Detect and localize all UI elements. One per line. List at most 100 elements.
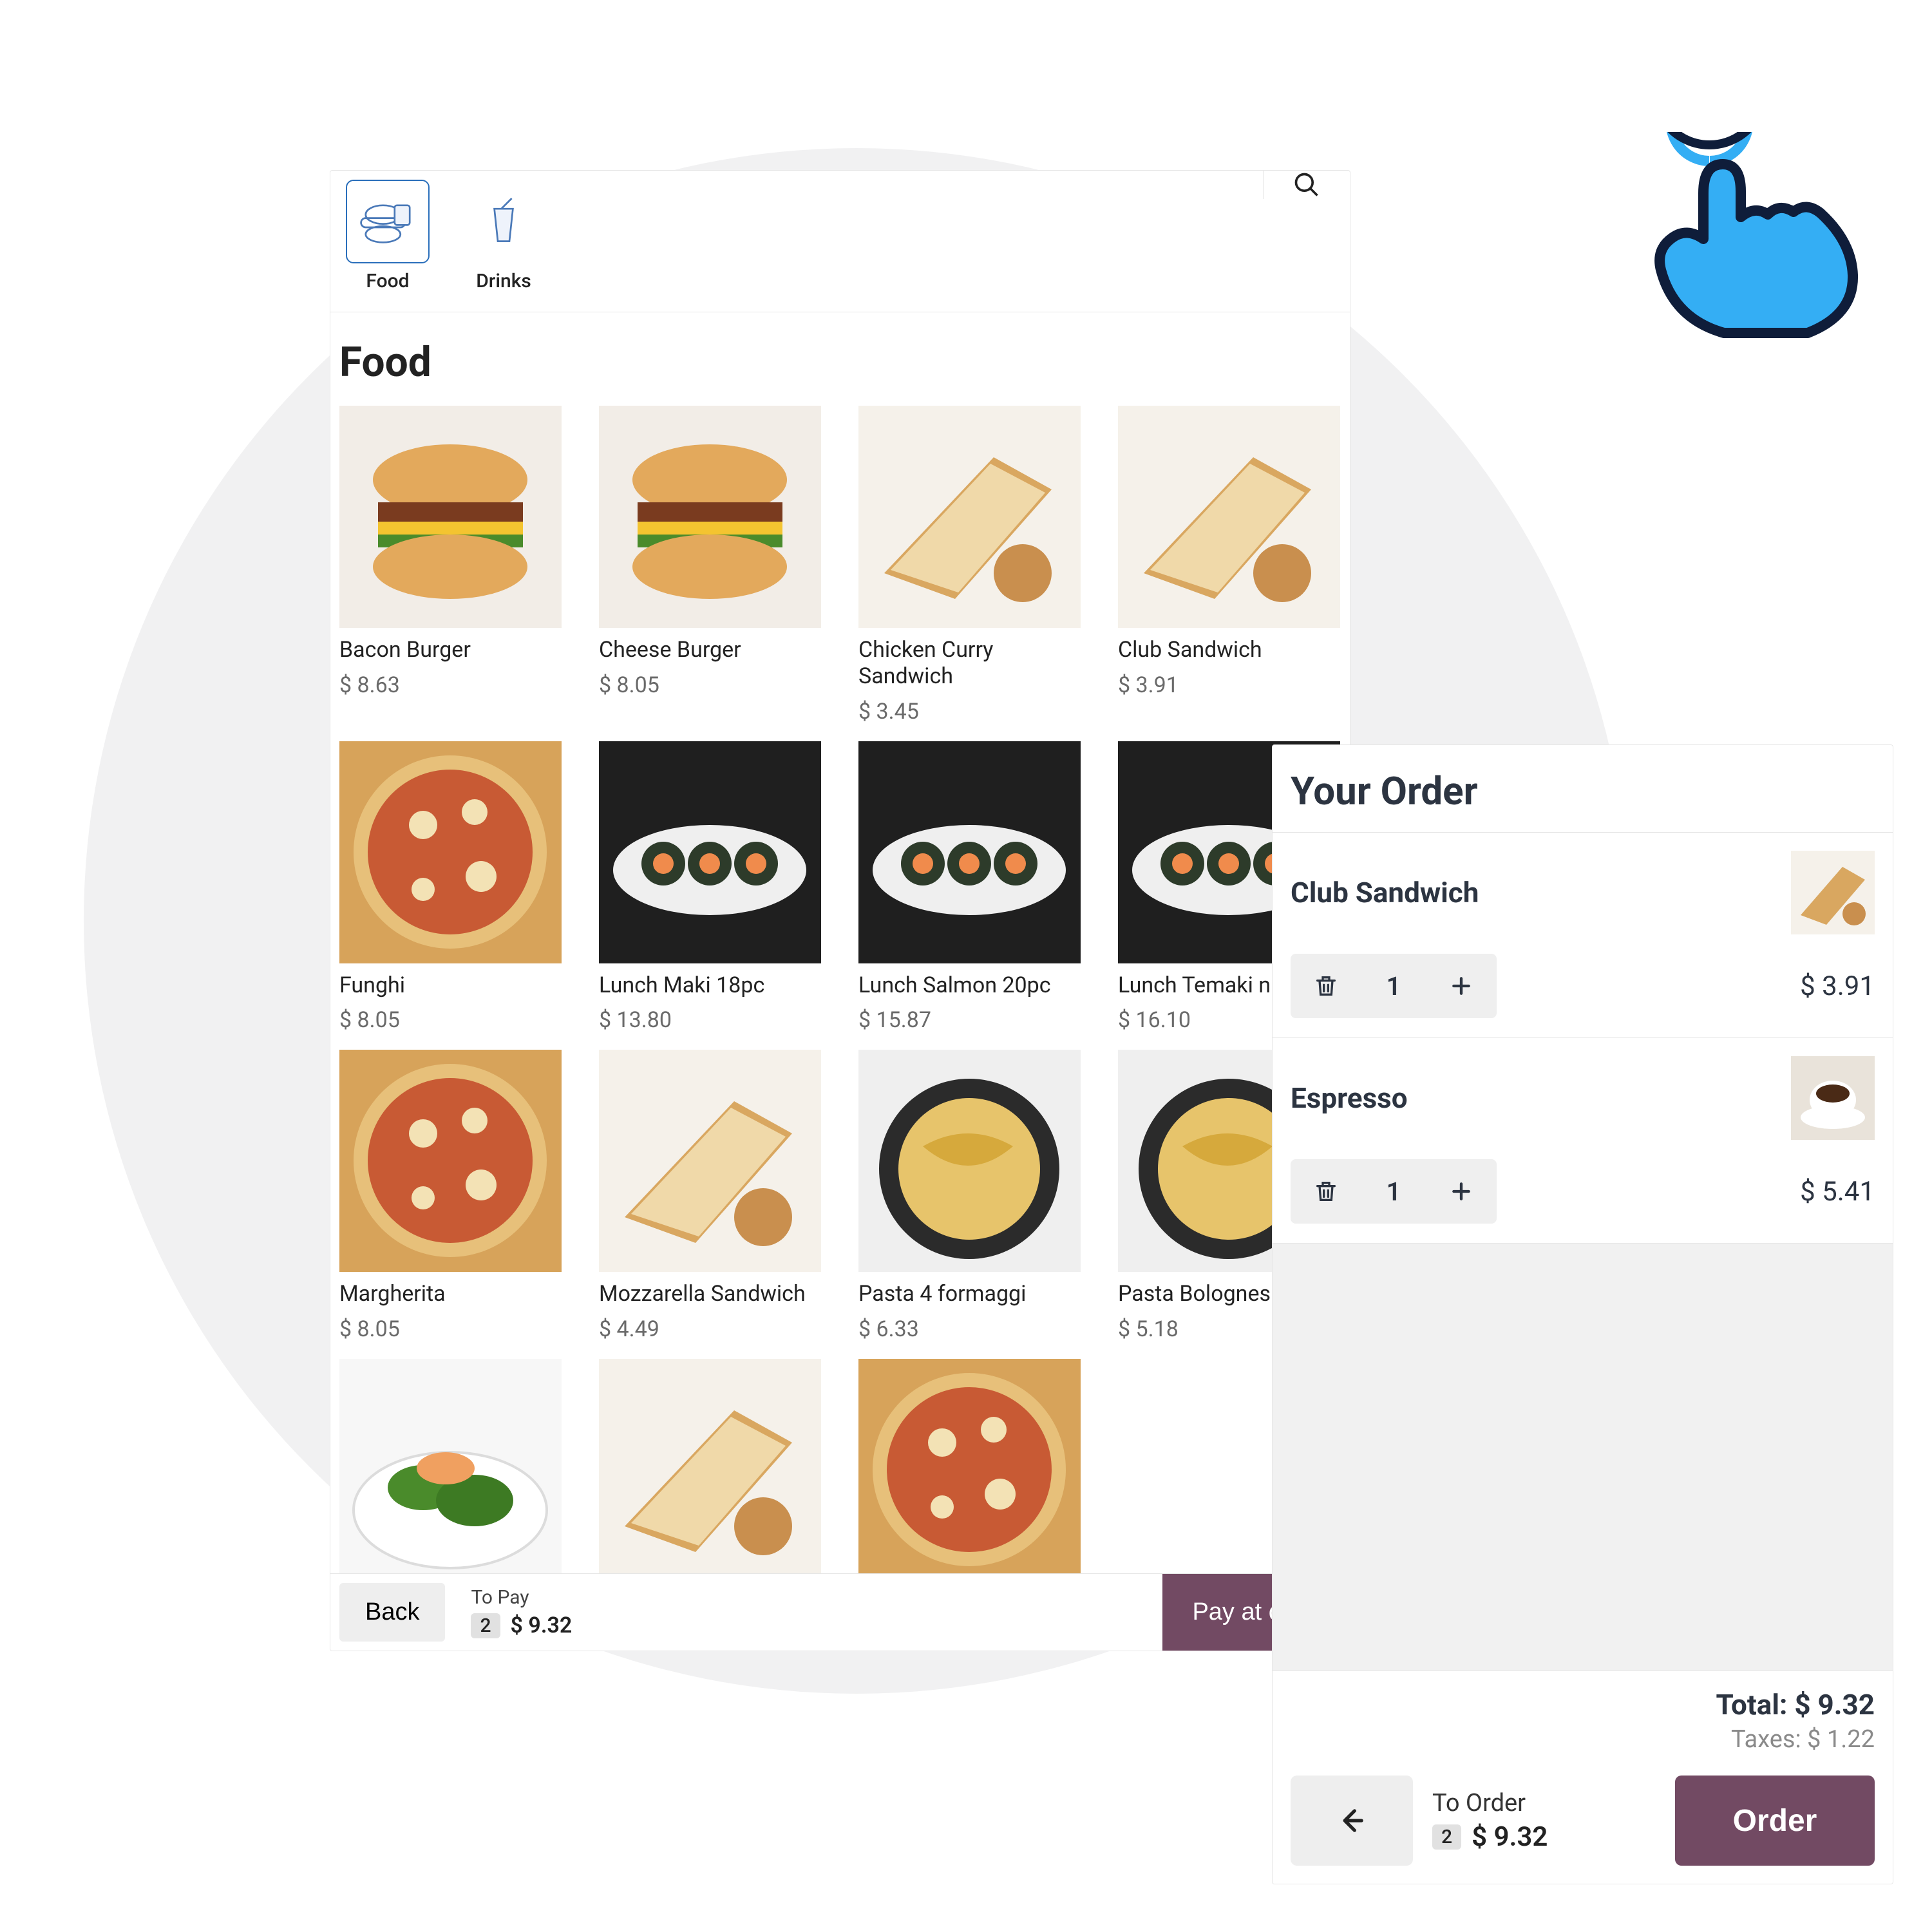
product-price: $ 8.05	[599, 672, 821, 698]
order-item-thumb	[1791, 851, 1875, 934]
product-card[interactable]	[339, 1359, 562, 1590]
product-thumb	[858, 741, 1081, 963]
taxes-label: Taxes:	[1731, 1725, 1801, 1754]
to-order-amount: $ 9.32	[1472, 1821, 1548, 1853]
order-footer: To Order 2 $ 9.32 Order	[1273, 1763, 1893, 1884]
order-title: Your Order	[1273, 745, 1893, 833]
remove-item-button[interactable]	[1291, 954, 1361, 1018]
product-name: Lunch Maki 18pc	[599, 972, 821, 999]
product-price: $ 13.80	[599, 1007, 821, 1033]
product-price: $ 6.33	[858, 1316, 1081, 1342]
product-thumb	[599, 1359, 821, 1581]
product-thumb	[858, 1050, 1081, 1272]
product-card[interactable]: Pasta 4 formaggi $ 6.33	[858, 1050, 1081, 1342]
total-value: $ 9.32	[1794, 1688, 1875, 1721]
product-name: Funghi	[339, 972, 562, 999]
product-card[interactable]: Mozzarella Sandwich $ 4.49	[599, 1050, 821, 1342]
product-name: Margherita	[339, 1281, 562, 1307]
order-back-button[interactable]	[1291, 1776, 1413, 1866]
order-item-price: $ 3.91	[1800, 971, 1875, 1002]
quantity-stepper: 1	[1291, 954, 1497, 1018]
product-price: $ 3.45	[858, 699, 1081, 724]
to-pay-block: To Pay 2 $ 9.32	[471, 1586, 572, 1638]
product-thumb	[599, 406, 821, 628]
product-thumb	[339, 1359, 562, 1581]
total-label: Total:	[1716, 1688, 1788, 1721]
product-price: $ 8.63	[339, 672, 562, 698]
product-thumb	[599, 741, 821, 963]
product-card[interactable]: Bacon Burger$ 8.63	[339, 406, 562, 724]
product-price: $ 8.05	[339, 1007, 562, 1033]
category-tabs: Food Drinks	[330, 171, 1350, 312]
remove-item-button[interactable]	[1291, 1159, 1361, 1224]
order-totals: Total: $ 9.32 Taxes: $ 1.22	[1273, 1671, 1893, 1763]
tab-drinks-label: Drinks	[455, 270, 552, 292]
product-card[interactable]: Cheese Burger $ 8.05	[599, 406, 821, 724]
taxes-value: $ 1.22	[1807, 1725, 1875, 1754]
to-pay-amount: $ 9.32	[511, 1613, 573, 1638]
product-name: Mozzarella Sandwich	[599, 1281, 821, 1307]
product-price: $ 15.87	[858, 1007, 1081, 1033]
product-card[interactable]	[599, 1359, 821, 1590]
product-card[interactable]: Margherita $ 8.05	[339, 1050, 562, 1342]
product-card[interactable]: Lunch Maki 18pc $ 13.80	[599, 741, 821, 1034]
tab-food[interactable]: Food	[339, 180, 436, 299]
product-thumb	[339, 741, 562, 963]
pos-panel: Food Drinks Fo	[330, 170, 1350, 1651]
tab-food-label: Food	[339, 270, 436, 292]
food-icon	[346, 180, 430, 263]
search-icon	[1293, 171, 1321, 199]
order-button[interactable]: Order	[1675, 1776, 1875, 1866]
order-panel: Your Order Club Sandwich 1 $ 3.91 Espresso 1…	[1272, 744, 1893, 1884]
product-price: $ 3.91	[1118, 672, 1340, 698]
touch-pointer-icon	[1610, 132, 1880, 338]
order-items: Club Sandwich 1 $ 3.91 Espresso 1 $ 5.41	[1273, 833, 1893, 1244]
order-item-thumb	[1791, 1056, 1875, 1140]
to-pay-label: To Pay	[471, 1586, 572, 1609]
plus-icon	[1448, 973, 1474, 999]
product-thumb	[599, 1050, 821, 1272]
order-item-name: Espresso	[1291, 1081, 1408, 1115]
product-grid: Bacon Burger$ 8.63 Cheese Burger $ 8.05 Chi…	[330, 406, 1350, 1590]
search-button[interactable]	[1263, 171, 1350, 199]
plus-icon	[1448, 1179, 1474, 1204]
pos-footer: Back To Pay 2 $ 9.32 Pay at cash	[330, 1573, 1350, 1651]
increment-button[interactable]	[1426, 954, 1497, 1018]
order-item: Club Sandwich 1 $ 3.91	[1273, 833, 1893, 1038]
back-button[interactable]: Back	[339, 1583, 445, 1642]
to-order-label: To Order	[1432, 1789, 1548, 1817]
order-item-qty: 1	[1361, 1177, 1426, 1207]
tab-drinks[interactable]: Drinks	[455, 180, 552, 299]
product-card[interactable]: Funghi $ 8.05	[339, 741, 562, 1034]
product-thumb	[339, 1050, 562, 1272]
increment-button[interactable]	[1426, 1159, 1497, 1224]
product-thumb	[858, 406, 1081, 628]
quantity-stepper: 1	[1291, 1159, 1497, 1224]
to-pay-count: 2	[471, 1613, 500, 1638]
product-price: $ 8.05	[339, 1316, 562, 1342]
order-item: Espresso 1 $ 5.41	[1273, 1038, 1893, 1244]
product-name: Chicken Curry Sandwich	[858, 637, 1081, 690]
to-order-block: To Order 2 $ 9.32	[1432, 1789, 1548, 1853]
product-name: Pasta 4 formaggi	[858, 1281, 1081, 1307]
order-item-qty: 1	[1361, 971, 1426, 1001]
product-thumb	[339, 406, 562, 628]
trash-icon	[1313, 1179, 1339, 1204]
product-price: $ 4.49	[599, 1316, 821, 1342]
order-item-price: $ 5.41	[1800, 1176, 1875, 1208]
section-title: Food	[330, 312, 1350, 406]
product-card[interactable]	[858, 1359, 1081, 1590]
product-name: Club Sandwich	[1118, 637, 1340, 663]
product-card[interactable]: Chicken Curry Sandwich $ 3.45	[858, 406, 1081, 724]
product-thumb	[858, 1359, 1081, 1581]
product-name: Cheese Burger	[599, 637, 821, 663]
drinks-icon	[462, 180, 545, 263]
order-item-name: Club Sandwich	[1291, 876, 1479, 909]
product-card[interactable]: Club Sandwich $ 3.91	[1118, 406, 1340, 724]
trash-icon	[1313, 973, 1339, 999]
product-thumb	[1118, 406, 1340, 628]
product-name: Lunch Salmon 20pc	[858, 972, 1081, 999]
arrow-left-icon	[1335, 1804, 1368, 1837]
to-order-count: 2	[1432, 1824, 1461, 1850]
product-card[interactable]: Lunch Salmon 20pc $ 15.87	[858, 741, 1081, 1034]
